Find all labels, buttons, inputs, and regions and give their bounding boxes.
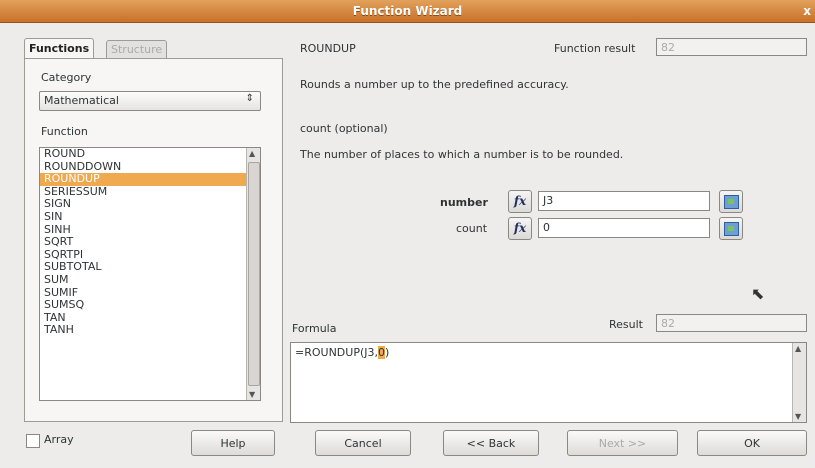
list-item[interactable]: TANH	[40, 324, 260, 337]
tab-structure[interactable]: Structure	[106, 40, 168, 59]
array-checkbox[interactable]	[26, 434, 40, 448]
scroll-down-icon[interactable]: ▼	[249, 390, 255, 399]
scroll-thumb[interactable]	[248, 162, 260, 386]
formula-result-label: Result	[609, 318, 643, 331]
function-list-scrollbar[interactable]: ▲ ▼	[246, 148, 260, 400]
cancel-button[interactable]: Cancel	[315, 430, 411, 456]
updown-arrows-icon: ⇕	[245, 93, 254, 104]
param-label-number: number	[440, 196, 488, 209]
count-input[interactable]: 0	[538, 218, 710, 238]
title-bar: Function Wizard x	[0, 0, 815, 23]
param-description: The number of places to which a number i…	[300, 148, 624, 161]
formula-editor[interactable]: =ROUNDUP(J3,0) ▲ ▼	[290, 342, 807, 423]
ok-button[interactable]: OK	[697, 430, 807, 456]
functions-panel: Category Mathematical ⇕ Function ROUND RO…	[24, 58, 283, 422]
function-label: Function	[41, 125, 88, 138]
category-label: Category	[41, 71, 92, 84]
list-item[interactable]: ROUNDUP	[40, 173, 260, 186]
back-button[interactable]: << Back	[443, 430, 539, 456]
list-item[interactable]: SIGN	[40, 198, 260, 211]
tab-functions[interactable]: Functions	[24, 38, 95, 59]
param-title: count (optional)	[300, 122, 388, 135]
formula-scroll-up-icon[interactable]: ▲	[795, 344, 801, 353]
list-item[interactable]: SERIESSUM	[40, 185, 260, 199]
list-item[interactable]: SQRT	[40, 236, 260, 249]
fx-count-button[interactable]: fx	[508, 217, 532, 240]
list-item[interactable]: SUMSQ	[40, 299, 260, 312]
formula-scrollbar[interactable]: ▲ ▼	[792, 343, 806, 422]
list-item[interactable]: SUM	[40, 273, 260, 287]
function-name: ROUNDUP	[300, 42, 356, 55]
formula-scroll-down-icon[interactable]: ▼	[795, 412, 801, 421]
list-item[interactable]: ROUND	[40, 148, 260, 161]
category-select[interactable]: Mathematical ⇕	[39, 91, 261, 111]
formula-label: Formula	[292, 322, 337, 335]
param-label-count: count	[456, 222, 488, 235]
fx-number-button[interactable]: fx	[508, 190, 532, 213]
function-description: Rounds a number up to the predefined acc…	[300, 78, 569, 91]
array-label: Array	[44, 433, 74, 446]
formula-result-field: 82	[656, 314, 807, 332]
category-value: Mathematical	[44, 94, 119, 107]
help-button[interactable]: Help	[191, 430, 275, 456]
list-item[interactable]: SIN	[40, 210, 260, 224]
close-icon[interactable]: x	[803, 4, 811, 18]
mouse-pointer-icon: ⬉	[751, 284, 765, 303]
list-item[interactable]: SINH	[40, 223, 260, 237]
formula-text: =ROUNDUP(J3,0)	[295, 346, 390, 359]
scroll-up-icon[interactable]: ▲	[249, 149, 255, 158]
shrink-number-icon[interactable]	[719, 190, 743, 213]
function-list[interactable]: ROUND ROUNDDOWN ROUNDUP SERIESSUM SIGN SIN SIN…	[39, 147, 261, 401]
function-result-field: 82	[656, 38, 807, 56]
function-result-label: Function result	[554, 42, 636, 55]
number-input[interactable]: J3	[538, 191, 710, 211]
shrink-count-icon[interactable]	[719, 217, 743, 240]
next-button[interactable]: Next >>	[567, 430, 678, 456]
window-title: Function Wizard	[352, 4, 463, 18]
list-item[interactable]: SUBTOTAL	[40, 261, 260, 274]
